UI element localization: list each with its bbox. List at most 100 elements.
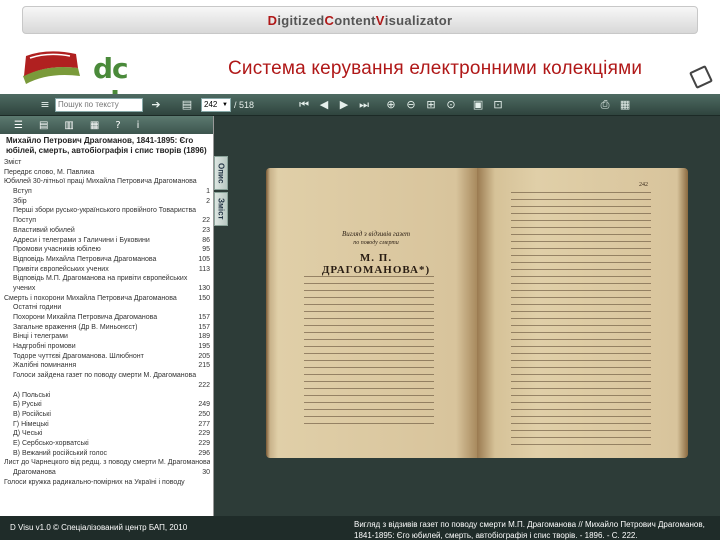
toc-item-title: Похорони Михайла Петровича Драгоманова [13,314,158,321]
logo: dc visu [18,42,188,118]
toc-item[interactable]: Відповідь М.П. Драгоманова на привіти єв… [4,274,210,284]
banner-letter-c: C [324,12,335,28]
zoom-fit-icon[interactable]: ⊡ [491,98,505,111]
toc-item[interactable]: Драгоманова 30 [4,468,210,478]
document-icon[interactable]: ▤ [39,120,48,131]
toc-item[interactable]: Лист до Чарнецкого від редщ. з поводу см… [4,458,210,468]
toc-item-title: Поступ [13,217,36,225]
toc-item-title: Передрє слово, М. Павлика [4,168,95,176]
print-icon[interactable]: ⎙ [598,98,612,111]
menu-icon[interactable]: ≡ [38,98,52,111]
tab-contents[interactable]: Зміст [214,192,228,226]
banner-word-3: isualizator [384,12,453,28]
toc-item[interactable]: В) Російські 250 [4,410,210,420]
image-icon[interactable]: ▣ [471,98,485,111]
toc-item[interactable]: Поступ 22 [4,216,210,226]
rotate-icon[interactable]: ⊙ [444,98,458,111]
toc-item[interactable]: учених 130 [4,284,210,294]
page-select[interactable]: 242 ▼ [201,97,231,112]
prev-page-icon[interactable]: ◀ [317,98,331,111]
toc-item[interactable]: Голоси кружка радикально-помірних на Укр… [4,478,210,488]
toc-item[interactable]: Вступ 1 [4,187,210,197]
toc-item[interactable]: А) Польські [4,391,210,401]
toc-item-page: 22 [202,217,210,225]
toc-item-title: Надгробні промови [13,343,76,351]
toc-item[interactable]: Смерть і похорони Михайла Петровича Драг… [4,294,210,304]
page-root: Digitized Content Visualizator dc visu С… [0,0,720,540]
toc-item-page [206,478,210,488]
toc-item[interactable]: Д) Чеські 229 [4,429,210,439]
tab-description[interactable]: Опис [214,156,228,190]
list-icon[interactable]: ☰ [14,120,23,131]
toc-item[interactable]: Зміст [4,158,210,168]
help-icon[interactable]: ? [115,120,120,131]
banner-letter-v: V [375,12,385,28]
book-page-right[interactable]: 242 [477,168,688,458]
fit-icon[interactable]: ⊞ [424,98,438,111]
toc-item[interactable]: Привіти європейських учених 113 [4,265,210,275]
banner-letter-d: D [267,12,278,28]
zoom-in-icon[interactable]: ⊕ [384,98,398,111]
save-icon[interactable]: ▦ [618,98,632,111]
toc-item[interactable]: Похорони Михайла Петровича Драгоманова 15… [4,313,210,323]
page-total: / 518 [234,99,255,110]
toc-item-title: В) Вежаний російський голос [13,449,108,457]
page-icon[interactable]: ▤ [180,98,194,111]
toc-item-page: 195 [198,343,210,351]
toc-item[interactable]: Б) Руські 249 [4,400,210,410]
last-page-icon[interactable]: ⏭ [357,98,371,111]
toc-item[interactable]: Збір 2 [4,197,210,207]
toc-item[interactable]: Адреси і телеграми з Галичини і Буковини… [4,236,210,246]
toc-item-title: Загальне враження (Др В. Миньонєст) [13,323,138,331]
toc-item[interactable]: В) Вежаний російський голос 296 [4,449,210,459]
toc-item[interactable]: Вінці і телеграми 189 [4,332,210,342]
main-toolbar: ≡ ➔ ▤ 242 ▼ / 518 ⏮ ◀ ▶ ⏭ ⊕ ⊖ ⊞ ⊙ ▣ ⊡ ⎙ … [0,94,720,116]
info-icon[interactable]: i [137,120,140,131]
toc-item-page: 130 [198,284,210,292]
toc-item[interactable]: Голоси зайдена газет по поводу смерти М.… [4,371,210,381]
toc-item[interactable]: Остатні години [4,303,210,313]
search-input[interactable] [55,97,143,112]
left-text-block [304,276,434,430]
table-of-contents: Зміст Передрє слово, М. Павлика Юбилей 30-… [0,158,213,487]
heading-line-3: М. П. ДРАГОМАНОВА*) [321,252,431,276]
toc-item-page: 229 [198,439,210,447]
toc-item[interactable]: Властивий юбилей 23 [4,226,210,236]
toc-item[interactable]: Промови учасників юбілею 95 [4,245,210,255]
toc-item-title: Е) Сербсько-хорватські [13,439,89,447]
toc-item-title: Привіти європейських учених [13,265,109,273]
toc-item-title: Вступ [13,188,32,196]
toc-item[interactable]: Тодоре чуттєві Драгоманова. Шлюбнонт 205 [4,352,210,362]
toc-item-title: Промови учасників юбілею [13,246,101,254]
toc-item[interactable]: Передрє слово, М. Павлика [4,168,210,178]
toc-item[interactable]: Перші збори русько-українського провійно… [4,206,210,216]
toc-item[interactable]: Жалібні поминання 215 [4,361,210,371]
feedback-icon[interactable] [689,65,713,89]
toc-item-page: 229 [198,430,210,438]
toc-item[interactable]: Відповідь Михайла Петровича Драгоманова 1… [4,255,210,265]
arrow-right-icon[interactable]: ➔ [149,98,163,111]
toc-item-page: 222 [198,381,210,389]
toc-item-title: Відповідь Михайла Петровича Драгоманова [13,255,157,263]
first-page-icon[interactable]: ⏮ [297,98,311,111]
toc-item-page: 113 [198,265,210,273]
toc-item[interactable]: Е) Сербсько-хорватські 229 [4,439,210,449]
book-page-left[interactable]: Вигляд з відзивів газет по поводу смерти… [266,168,477,458]
citation-text: Вигляд з відзивів газет по поводу смерти… [354,520,705,540]
next-page-icon[interactable]: ▶ [337,98,351,111]
split-view-icon[interactable]: ▦ [90,120,99,131]
zoom-out-icon[interactable]: ⊖ [404,98,418,111]
page-view-icon[interactable]: ▥ [64,120,73,131]
toc-item-page [206,371,210,381]
toc-item[interactable]: Г) Німецькі 277 [4,420,210,430]
toc-item-page: 157 [198,314,210,321]
banner-word-1: igitized [277,12,325,28]
toc-item-page: 249 [198,401,210,409]
toc-item[interactable]: Юбилей 30-літньої праці Михайла Петрович… [4,177,210,187]
book-viewer[interactable]: Вигляд з відзивів газет по поводу смерти… [230,116,720,516]
toc-item-page [206,303,210,313]
toc-item[interactable]: 222 [4,381,210,391]
banner-word-2: ontent [334,12,376,28]
toc-item[interactable]: Загальне враження (Др В. Миньонєст) 157 [4,323,210,333]
toc-item[interactable]: Надгробні промови 195 [4,342,210,352]
